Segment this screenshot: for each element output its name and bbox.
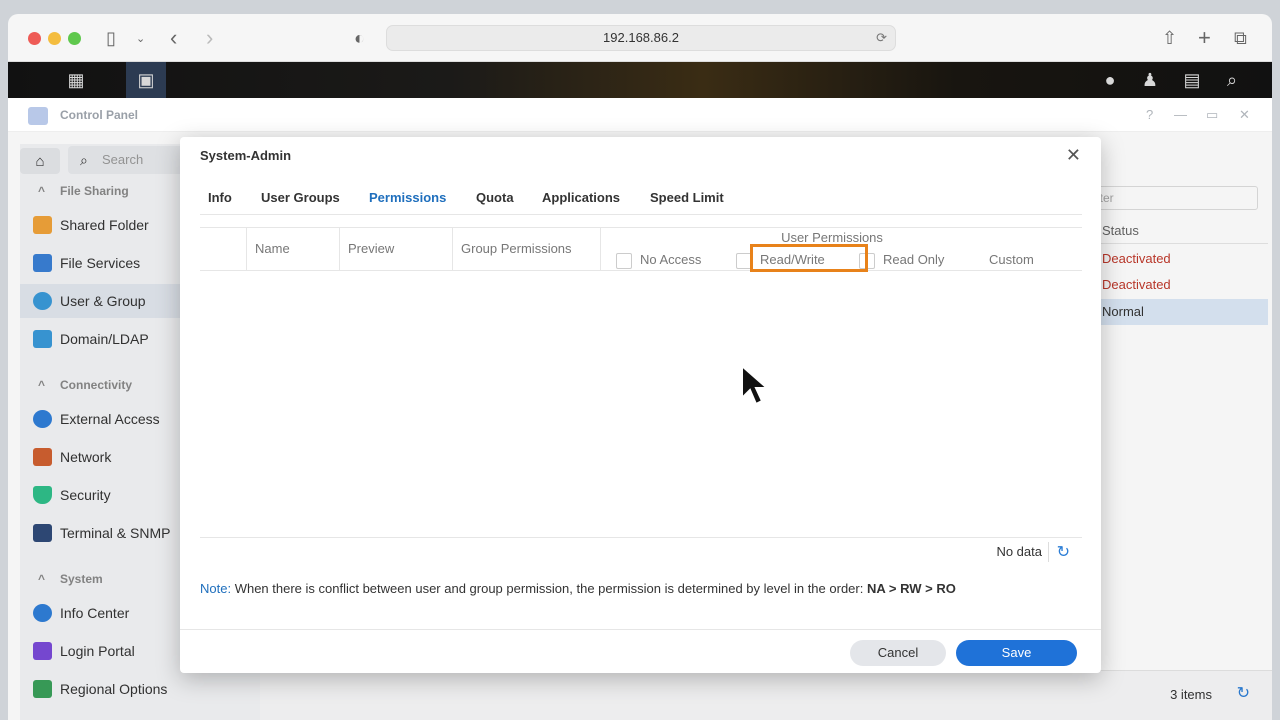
address-bar[interactable]: 192.168.86.2 ⟳ bbox=[386, 25, 896, 51]
mouse-cursor-icon bbox=[741, 364, 770, 406]
minimize-window-button[interactable] bbox=[48, 32, 61, 45]
control-panel-icon bbox=[28, 107, 48, 125]
reload-icon[interactable]: ⟳ bbox=[876, 26, 887, 50]
control-panel-taskbar-icon[interactable]: ▣ bbox=[126, 62, 166, 98]
tab-info[interactable]: Info bbox=[208, 190, 232, 205]
dialog-footer: Cancel Save bbox=[180, 629, 1101, 673]
permission-note: Note: When there is conflict between use… bbox=[200, 581, 956, 596]
url-text: 192.168.86.2 bbox=[603, 30, 679, 45]
close-window-button[interactable] bbox=[28, 32, 41, 45]
read-write-highlight bbox=[750, 244, 868, 272]
chevron-down-icon[interactable]: ⌄ bbox=[136, 26, 145, 50]
browser-toolbar: ▯ ⌄ ‹ › ◐ 192.168.86.2 ⟳ ⇧ + ⧉ bbox=[8, 14, 1272, 62]
column-name[interactable]: Name bbox=[246, 228, 338, 270]
cancel-button[interactable]: Cancel bbox=[850, 640, 946, 666]
search-icon[interactable]: ⌕ bbox=[1212, 62, 1252, 98]
privacy-shield-icon[interactable]: ◐ bbox=[354, 26, 365, 50]
tab-permissions[interactable]: Permissions bbox=[369, 190, 446, 205]
widgets-icon[interactable]: ▤ bbox=[1172, 62, 1212, 98]
main-menu-icon[interactable]: ▦ bbox=[56, 62, 96, 98]
tab-speed-limit[interactable]: Speed Limit bbox=[650, 190, 724, 205]
custom-option[interactable]: Custom bbox=[989, 250, 1034, 270]
forward-icon[interactable]: › bbox=[206, 25, 213, 50]
dialog-tabs: Info User Groups Permissions Quota Appli… bbox=[200, 185, 1082, 215]
dsm-taskbar: ▦ ▣ ● ♟ ▤ ⌕ bbox=[8, 62, 1272, 98]
chat-icon[interactable]: ● bbox=[1090, 62, 1130, 98]
tabs-overview-icon[interactable]: ⧉ bbox=[1234, 26, 1247, 50]
new-tab-icon[interactable]: + bbox=[1198, 25, 1211, 50]
permissions-table-body bbox=[200, 271, 1082, 537]
back-icon[interactable]: ‹ bbox=[170, 25, 177, 50]
save-button[interactable]: Save bbox=[956, 640, 1077, 666]
column-group-permissions[interactable]: Group Permissions bbox=[452, 228, 600, 270]
tab-user-groups[interactable]: User Groups bbox=[261, 190, 340, 205]
window-titlebar: Control Panel ? — ▭ ✕ bbox=[8, 98, 1272, 132]
user-permissions-title: User Permissions bbox=[781, 230, 883, 245]
refresh-icon[interactable]: ↻ bbox=[1047, 542, 1070, 562]
user-edit-dialog: System-Admin ✕ Info User Groups Permissi… bbox=[180, 137, 1101, 673]
table-footer: No data ↻ bbox=[200, 537, 1082, 567]
close-button[interactable]: ✕ bbox=[1239, 107, 1250, 123]
no-data-label: No data bbox=[996, 544, 1042, 559]
window-title: Control Panel bbox=[60, 108, 139, 122]
share-icon[interactable]: ⇧ bbox=[1162, 26, 1177, 50]
maximize-button[interactable]: ▭ bbox=[1206, 107, 1218, 123]
dialog-title: System-Admin bbox=[200, 148, 292, 163]
user-icon[interactable]: ♟ bbox=[1130, 62, 1170, 98]
zoom-window-button[interactable] bbox=[68, 32, 81, 45]
tab-quota[interactable]: Quota bbox=[476, 190, 514, 205]
permissions-table-header: Name Preview Group Permissions User Perm… bbox=[200, 227, 1082, 272]
no-access-option[interactable]: No Access bbox=[616, 250, 701, 270]
sidebar-toggle-icon[interactable]: ▯ bbox=[106, 26, 116, 50]
read-only-option[interactable]: Read Only bbox=[859, 250, 944, 270]
minimize-button[interactable]: — bbox=[1174, 107, 1187, 122]
help-button[interactable]: ? bbox=[1146, 107, 1153, 122]
column-preview[interactable]: Preview bbox=[339, 228, 451, 270]
close-icon[interactable]: ✕ bbox=[1066, 145, 1081, 166]
no-access-checkbox[interactable] bbox=[616, 252, 632, 269]
tab-applications[interactable]: Applications bbox=[542, 190, 620, 205]
